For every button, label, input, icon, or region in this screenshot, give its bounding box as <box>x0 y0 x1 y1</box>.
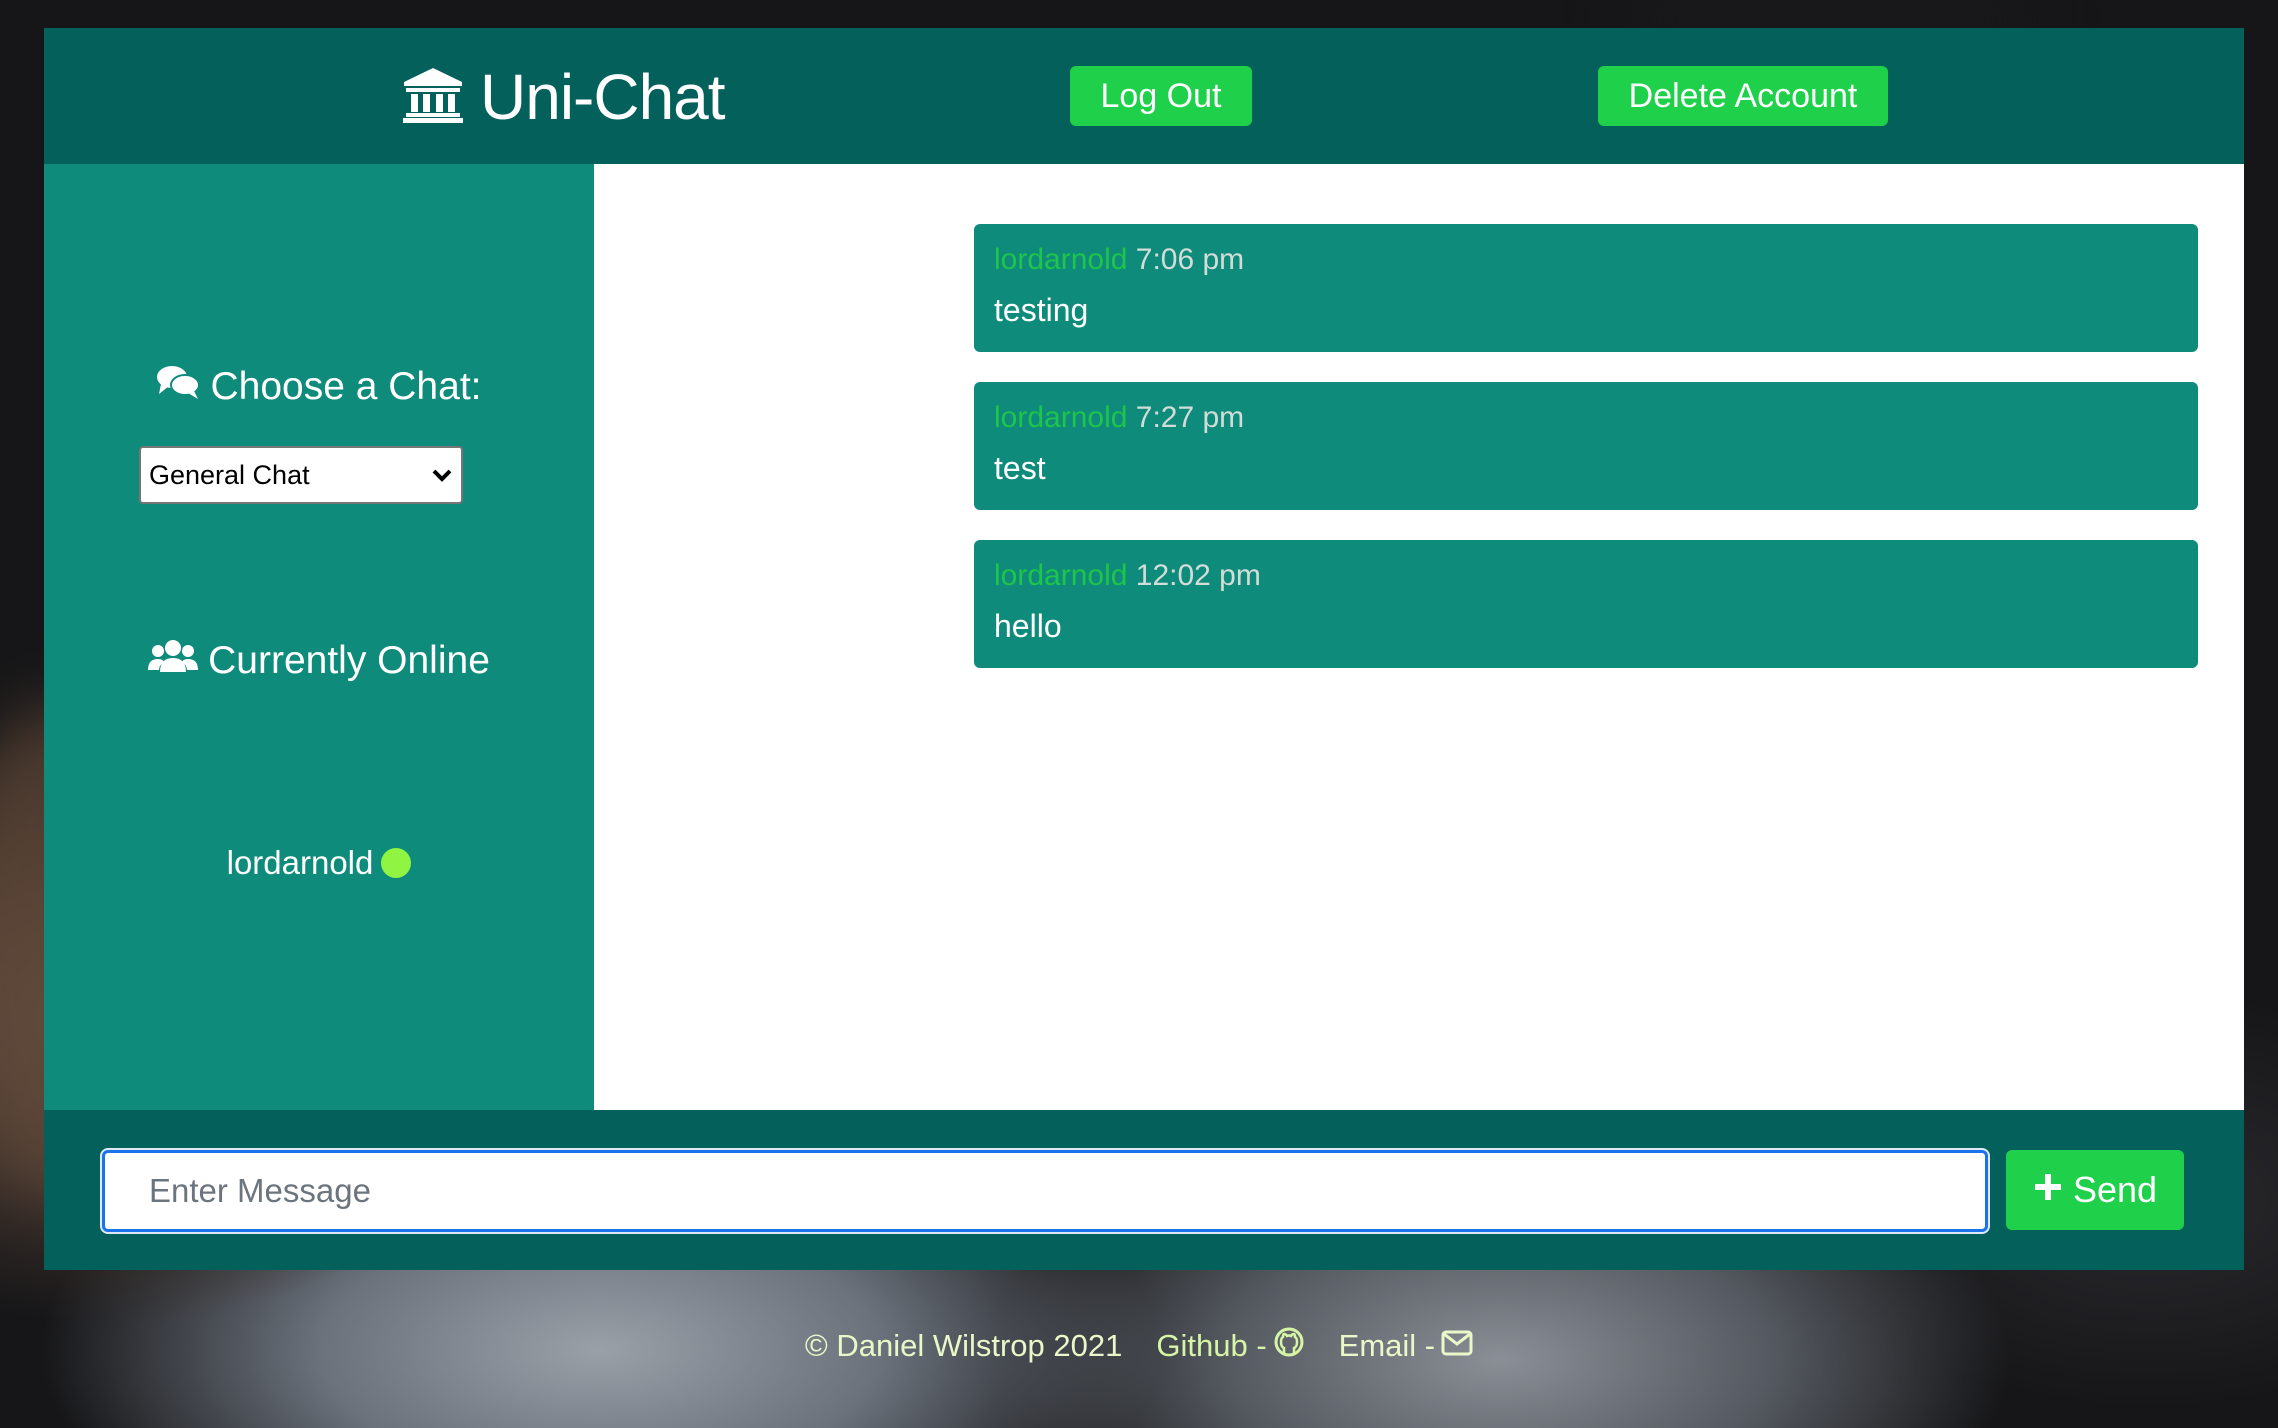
online-user-item: lordarnold <box>44 844 594 882</box>
chat-select-value: General Chat <box>149 459 310 490</box>
online-user-name: lordarnold <box>226 844 374 881</box>
message-username: lordarnold <box>994 401 1128 434</box>
logout-button[interactable]: Log Out <box>1070 66 1252 126</box>
message-item: lordarnold 12:02 pm hello <box>974 540 2198 668</box>
chevron-down-icon <box>431 462 453 495</box>
message-text: hello <box>994 608 1062 644</box>
message-item: lordarnold 7:06 pm testing <box>974 224 2198 352</box>
message-list: lordarnold 7:06 pm testing lordarnold 7:… <box>594 164 2244 1110</box>
header: Uni-Chat Log Out Delete Account <box>44 28 2244 164</box>
app-window: Uni-Chat Log Out Delete Account Choose a… <box>44 28 2244 1270</box>
message-username: lordarnold <box>994 243 1128 276</box>
message-composer: Send <box>44 1110 2244 1270</box>
message-item: lordarnold 7:27 pm test <box>974 382 2198 510</box>
app-title: Uni-Chat <box>480 61 726 133</box>
footer: © Daniel Wilstrop 2021 Github - Email - <box>0 1326 2278 1366</box>
comments-icon <box>156 364 201 410</box>
github-icon <box>1273 1326 1305 1366</box>
envelope-icon <box>1441 1328 1473 1364</box>
message-input[interactable] <box>102 1150 1988 1232</box>
send-label: Send <box>2072 1169 2158 1210</box>
currently-online-heading: Currently Online <box>44 638 594 684</box>
message-time: 7:06 pm <box>1135 243 1245 276</box>
plus-icon <box>2033 1169 2063 1211</box>
send-button[interactable]: Send <box>2006 1150 2184 1230</box>
email-label: Email - <box>1338 1328 1436 1363</box>
choose-chat-label: Choose a Chat: <box>210 365 482 408</box>
github-link[interactable]: Github - <box>1156 1326 1304 1366</box>
github-label: Github - <box>1156 1328 1267 1363</box>
delete-account-button[interactable]: Delete Account <box>1598 66 1888 126</box>
university-icon <box>402 66 464 129</box>
choose-chat-heading: Choose a Chat: <box>44 364 594 410</box>
sidebar: Choose a Chat: General Chat Currently On… <box>44 164 594 1110</box>
logo: Uni-Chat <box>402 61 726 133</box>
message-time: 12:02 pm <box>1135 559 1261 592</box>
message-time: 7:27 pm <box>1135 401 1245 434</box>
currently-online-label: Currently Online <box>208 639 490 682</box>
users-icon <box>148 638 199 684</box>
online-status-dot <box>381 848 412 878</box>
message-text: testing <box>994 292 1089 328</box>
email-link[interactable]: Email - <box>1339 1326 1473 1366</box>
message-username: lordarnold <box>994 559 1128 592</box>
copyright-text: © Daniel Wilstrop 2021 <box>804 1328 1123 1363</box>
chat-select[interactable]: General Chat <box>139 446 463 504</box>
message-text: test <box>994 450 1046 486</box>
